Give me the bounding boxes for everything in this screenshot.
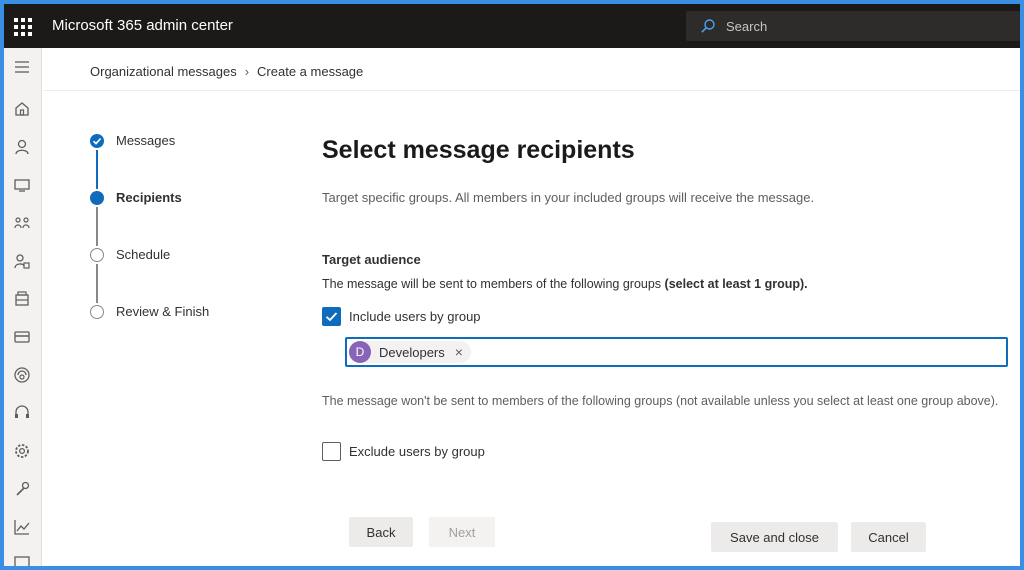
pending-step-icon xyxy=(90,305,104,319)
hamburger-menu-icon[interactable] xyxy=(13,58,31,76)
checkmark-icon xyxy=(325,312,338,322)
step-connector xyxy=(96,207,98,246)
exclude-users-checkbox[interactable] xyxy=(322,442,341,461)
search-placeholder: Search xyxy=(726,19,768,34)
step-label: Messages xyxy=(116,133,176,148)
group-chip-developers: D Developers × xyxy=(349,341,471,363)
pending-step-icon xyxy=(90,248,104,262)
teams-icon[interactable] xyxy=(13,214,31,232)
include-users-label: Include users by group xyxy=(349,309,481,324)
back-button[interactable]: Back xyxy=(349,517,413,547)
page-title: Select message recipients xyxy=(322,136,635,164)
breadcrumb-current: Create a message xyxy=(257,64,364,79)
target-desc-requirement: (select at least 1 group). xyxy=(664,277,808,291)
setup-icon[interactable] xyxy=(13,480,31,498)
step-review-finish[interactable]: Review & Finish xyxy=(88,303,288,323)
step-messages[interactable]: Messages xyxy=(88,132,288,152)
target-audience-heading: Target audience xyxy=(322,252,421,267)
settings-icon[interactable] xyxy=(13,442,31,460)
step-label: Schedule xyxy=(116,247,171,262)
devices-icon[interactable] xyxy=(13,176,31,194)
breadcrumb-chevron-icon: › xyxy=(244,64,250,79)
health-icon[interactable] xyxy=(13,554,31,566)
save-and-close-button[interactable]: Save and close xyxy=(711,522,838,552)
billing-icon[interactable] xyxy=(13,328,31,346)
step-schedule[interactable]: Schedule xyxy=(88,246,288,266)
cancel-button[interactable]: Cancel xyxy=(851,522,926,552)
target-audience-description: The message will be sent to members of t… xyxy=(322,277,808,291)
breadcrumb: Organizational messages › Create a message xyxy=(90,64,363,79)
group-avatar: D xyxy=(349,341,371,363)
step-label: Review & Finish xyxy=(116,304,210,319)
exchange-icon[interactable] xyxy=(13,366,31,384)
next-button[interactable]: Next xyxy=(429,517,495,547)
roles-icon[interactable] xyxy=(13,252,31,270)
group-chip-label: Developers xyxy=(379,344,445,360)
search-icon xyxy=(701,19,715,33)
user-icon[interactable] xyxy=(13,138,31,156)
support-icon[interactable] xyxy=(13,404,31,422)
resources-icon[interactable] xyxy=(13,290,31,308)
app-launcher-icon[interactable] xyxy=(12,16,32,36)
app-title[interactable]: Microsoft 365 admin center xyxy=(52,17,233,34)
exclude-users-option[interactable]: Exclude users by group xyxy=(322,442,622,462)
include-users-checkbox[interactable] xyxy=(322,307,341,326)
breadcrumb-parent-link[interactable]: Organizational messages xyxy=(90,64,237,79)
step-connector xyxy=(96,264,98,303)
top-bar: Microsoft 365 admin center Search xyxy=(4,4,1020,48)
exclude-description: The message won't be sent to members of … xyxy=(322,394,999,408)
step-label: Recipients xyxy=(116,190,182,205)
checkmark-icon xyxy=(90,134,104,148)
nav-rail xyxy=(4,48,42,566)
include-groups-picker[interactable]: D Developers × xyxy=(345,337,1008,367)
home-icon[interactable] xyxy=(13,100,31,118)
search-box[interactable]: Search xyxy=(686,11,1020,41)
page-subtitle: Target specific groups. All members in y… xyxy=(322,190,815,205)
reports-icon[interactable] xyxy=(13,518,31,536)
current-step-icon xyxy=(90,191,104,205)
header-divider xyxy=(44,90,1020,91)
exclude-users-label: Exclude users by group xyxy=(349,444,485,459)
app-window: Microsoft 365 admin center Search Organi… xyxy=(4,4,1020,566)
remove-chip-icon[interactable]: × xyxy=(455,344,463,360)
step-connector xyxy=(96,150,98,189)
include-users-option[interactable]: Include users by group xyxy=(322,307,622,327)
target-desc-text: The message will be sent to members of t… xyxy=(322,277,662,291)
step-recipients[interactable]: Recipients xyxy=(88,189,288,209)
